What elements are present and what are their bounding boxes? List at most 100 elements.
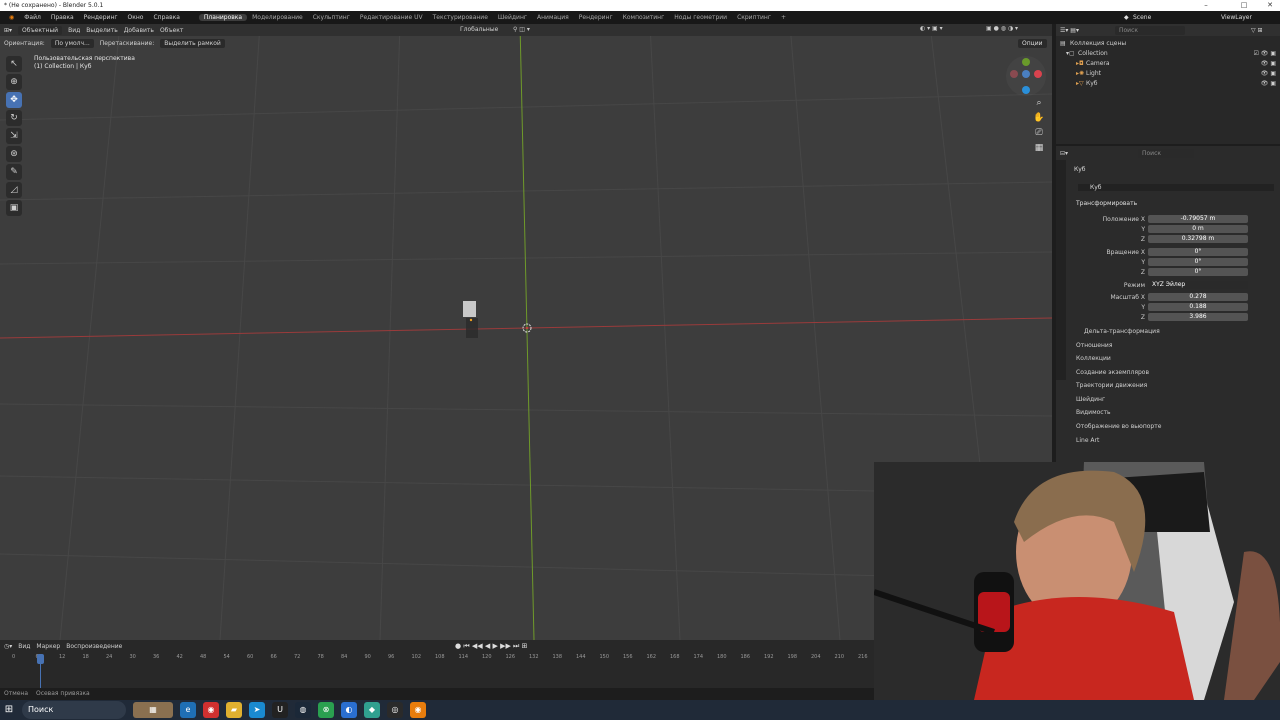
filter-icon[interactable]: ▽ ⊞ [1251,27,1263,34]
orientation-selector[interactable]: По умолч... [50,38,94,48]
cursor-tool-icon[interactable]: ⊕ [6,74,22,90]
chrome-icon[interactable]: ◉ [203,702,219,718]
scale-y-field[interactable]: 0.188 [1148,303,1248,311]
tab-animation[interactable]: Анимация [532,14,574,21]
blender-logo-icon[interactable]: ◉ [4,14,19,21]
panel-delta-transform[interactable]: Дельта-трансформация [1072,326,1276,338]
tab-geometry-nodes[interactable]: Ноды геометрии [669,14,732,21]
close-icon[interactable]: ✕ [1260,0,1280,11]
timeline-marker-menu[interactable]: Маркер [36,643,60,650]
properties-search[interactable]: Поиск [1138,149,1194,158]
outliner-item-camera[interactable]: ▸◘ Camera 👁 ▣ [1060,59,1276,69]
rotation-z-field[interactable]: 0° [1148,268,1248,276]
outliner-item-cube[interactable]: ▸▽ Куб 👁 ▣ [1060,79,1276,89]
add-workspace-button[interactable]: + [776,14,791,21]
mode-selector[interactable]: Объектный [18,25,63,35]
select-tool-icon[interactable]: ↖ [6,56,22,72]
camera-view-icon[interactable]: ⎚ [1033,127,1045,139]
drag-selector[interactable]: Выделить рамкой [160,38,225,48]
rotation-x-field[interactable]: 0° [1148,248,1248,256]
start-menu-icon[interactable]: ⊞ [0,700,18,720]
maximize-icon[interactable]: □ [1234,0,1254,11]
scale-tool-icon[interactable]: ⇲ [6,128,22,144]
ortho-grid-icon[interactable]: ▦ [1033,142,1045,154]
options-button[interactable]: Опции [1018,39,1047,48]
unreal-engine-icon[interactable]: U [272,702,288,718]
tab-shading[interactable]: Шейдинг [493,14,532,21]
panel-shading[interactable]: Шейдинг [1072,394,1276,406]
menu-window[interactable]: Окно [123,14,149,21]
panel-visibility[interactable]: Видимость [1072,407,1276,419]
transform-panel-header[interactable]: Трансформировать [1076,200,1137,207]
pan-hand-icon[interactable]: ✋ [1033,112,1045,124]
properties-editor-icon[interactable]: ⊟▾ [1060,150,1068,157]
shading-mode-icons[interactable]: ▣ ● ◍ ◑ ▾ [986,25,1018,32]
snapping-icon[interactable]: ⚲ ◫ ▾ [513,26,530,33]
menu-select[interactable]: Выделить [86,27,117,34]
tab-sculpting[interactable]: Скульптинг [308,14,355,21]
menu-object[interactable]: Объект [160,27,183,34]
scale-z-field[interactable]: 3.986 [1148,313,1248,321]
rotate-tool-icon[interactable]: ↻ [6,110,22,126]
measure-tool-icon[interactable]: ◿ [6,182,22,198]
minimize-icon[interactable]: – [1196,0,1216,11]
tab-compositing[interactable]: Композитинг [618,14,670,21]
tab-rendering[interactable]: Рендеринг [574,14,618,21]
light-visibility-icon[interactable]: 👁 ▣ [1261,69,1276,79]
playback-controls-icon[interactable]: ● ⏮ ◀◀ ◀ ▶ ▶▶ ⏭ ⊞ [455,642,527,651]
move-tool-icon[interactable]: ✥ [6,92,22,108]
cube-visibility-icon[interactable]: 👁 ▣ [1261,79,1276,89]
transform-tool-icon[interactable]: ⊛ [6,146,22,162]
file-explorer-icon[interactable]: ▰ [226,702,242,718]
navigation-gizmo[interactable] [1006,56,1046,96]
outliner-editor-icon[interactable]: ☰▾ ▤▾ [1060,27,1079,34]
taskbar-widget-icon[interactable]: ▦ [133,702,173,718]
outliner-item-light[interactable]: ▸✺ Light 👁 ▣ [1060,69,1276,79]
menu-add[interactable]: Добавить [124,27,154,34]
add-cube-tool-icon[interactable]: ▣ [6,200,22,216]
blender-taskbar-icon[interactable]: ◉ [410,702,426,718]
tab-scripting[interactable]: Скриптинг [732,14,776,21]
annotate-tool-icon[interactable]: ✎ [6,164,22,180]
xbox-icon[interactable]: ⊗ [318,702,334,718]
menu-view[interactable]: Вид [68,27,80,34]
menu-file[interactable]: Файл [19,14,46,21]
panel-motion-paths[interactable]: Траектории движения [1072,380,1276,392]
outliner-collection[interactable]: ▾▢ Collection ☑ 👁 ▣ [1060,49,1276,59]
panel-line-art[interactable]: Line Art [1072,435,1276,447]
properties-tabs[interactable] [1056,160,1066,380]
rotation-mode-selector[interactable]: XYZ Эйлер [1148,281,1248,289]
panel-relations[interactable]: Отношения [1072,340,1276,352]
edge-icon[interactable]: e [180,702,196,718]
menu-edit[interactable]: Правка [46,14,79,21]
scene-selector[interactable]: Scene [1133,14,1151,21]
obs-icon[interactable]: ◎ [387,702,403,718]
object-datablock-field[interactable]: Куб [1078,184,1274,191]
timeline-playback-menu[interactable]: Воспроизведение [66,643,122,650]
playhead[interactable] [37,654,44,664]
outliner-root[interactable]: ▤ Коллекция сцены [1060,39,1276,49]
taskbar-search[interactable]: Поиск [22,701,126,719]
timeline-editor-icon[interactable]: ◷▾ [4,643,12,650]
panel-instancing[interactable]: Создание экземпляров [1072,367,1276,379]
telegram-icon[interactable]: ➤ [249,702,265,718]
transform-space-selector[interactable]: Глобальные [460,26,498,33]
scale-x-field[interactable]: 0.278 [1148,293,1248,301]
panel-collections[interactable]: Коллекции [1072,353,1276,365]
camera-visibility-icon[interactable]: 👁 ▣ [1261,59,1276,69]
location-x-field[interactable]: -0.79057 m [1148,215,1248,223]
outliner-search[interactable]: Поиск [1114,25,1185,35]
capcut-icon[interactable]: ◆ [364,702,380,718]
app-icon[interactable]: ◐ [341,702,357,718]
tab-uv-editing[interactable]: Редактирование UV [355,14,428,21]
menu-render[interactable]: Рендеринг [79,14,123,21]
tab-texture-paint[interactable]: Текстурирование [428,14,493,21]
rotation-y-field[interactable]: 0° [1148,258,1248,266]
zoom-icon[interactable]: ⌕ [1033,97,1045,109]
editor-type-icon[interactable]: ⊞▾ [4,27,12,34]
location-y-field[interactable]: 0 m [1148,225,1248,233]
tab-layout[interactable]: Планировка [198,14,248,21]
location-z-field[interactable]: 0.32798 m [1148,235,1248,243]
panel-viewport-display[interactable]: Отображение во вьюпорте [1072,421,1276,433]
timeline-view-menu[interactable]: Вид [18,643,30,650]
